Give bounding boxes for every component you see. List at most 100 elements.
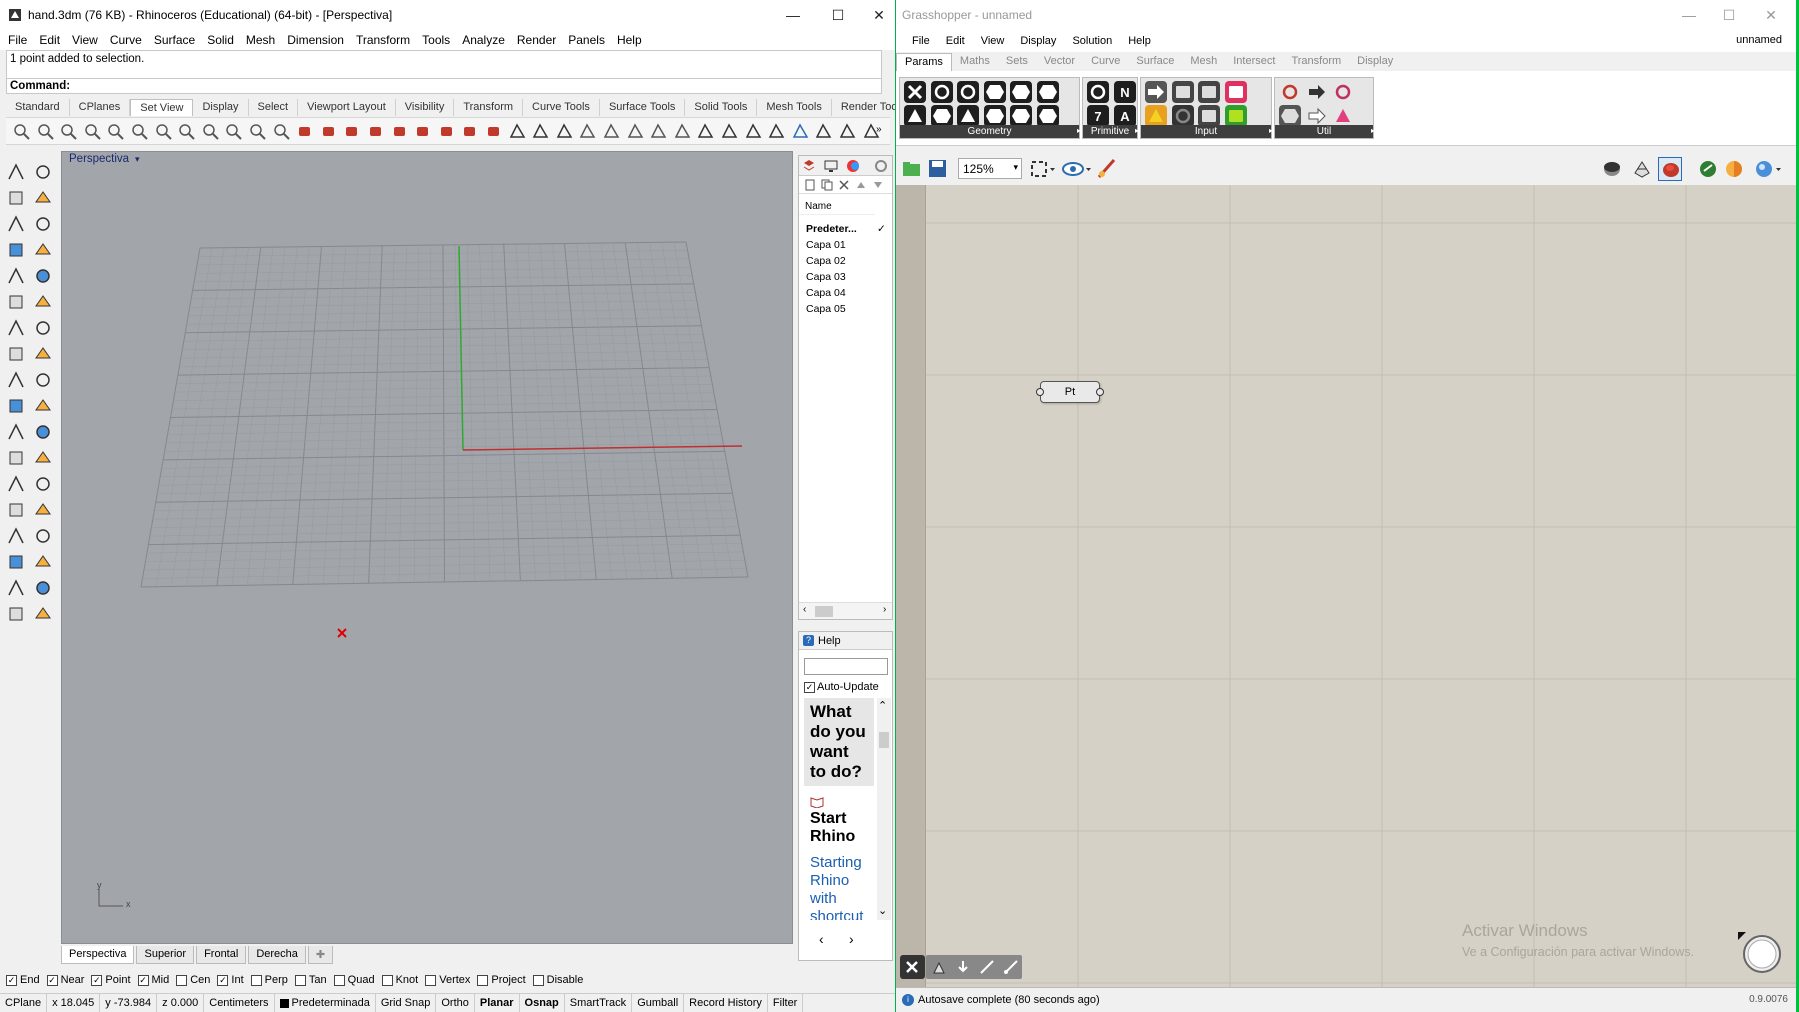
perspective-view-icon[interactable] xyxy=(484,122,503,141)
zoom-extents-icon[interactable] xyxy=(83,122,102,141)
panel-icon[interactable] xyxy=(1224,81,1247,103)
place-camera-icon[interactable] xyxy=(555,122,574,141)
help-vertical-scrollbar[interactable]: ⌃ ⌄ xyxy=(877,698,891,920)
move-layer-up-icon[interactable] xyxy=(855,179,867,191)
circle-icon[interactable] xyxy=(6,214,26,234)
named-view-icon[interactable] xyxy=(531,122,550,141)
array-polar-icon[interactable] xyxy=(6,552,26,572)
menu-tools[interactable]: Tools xyxy=(418,33,458,47)
preview-mode-icon[interactable] xyxy=(1062,159,1092,179)
osnap-int[interactable]: ✓ Int xyxy=(217,974,244,986)
command-prompt[interactable]: Command: xyxy=(6,78,882,94)
cylinder-icon[interactable] xyxy=(6,344,26,364)
cplane-origin-icon[interactable] xyxy=(673,122,692,141)
block-icon[interactable] xyxy=(6,526,26,546)
param-integer-icon[interactable]: 7 xyxy=(1087,105,1109,127)
panel-settings-icon[interactable] xyxy=(874,159,888,173)
perspective-viewport[interactable]: Perspectiva y x ▾ xyxy=(61,151,793,944)
layer-row[interactable]: Capa 03 xyxy=(799,270,892,286)
gh-tab-maths[interactable]: Maths xyxy=(952,53,998,71)
param-box-icon[interactable] xyxy=(1010,81,1032,103)
transform-icon[interactable] xyxy=(6,370,26,390)
canvas-close-button[interactable] xyxy=(900,955,925,979)
copy-icon[interactable] xyxy=(6,448,26,468)
gh-menu-help[interactable]: Help xyxy=(1120,35,1159,47)
toolbar-tab-viewport-layout[interactable]: Viewport Layout xyxy=(298,99,396,116)
param-surface-icon[interactable] xyxy=(983,81,1006,103)
status-layer[interactable]: Predeterminada xyxy=(275,993,376,1012)
gh-tab-vector[interactable]: Vector xyxy=(1036,53,1083,71)
value-list-icon[interactable] xyxy=(1224,105,1247,127)
menu-mesh[interactable]: Mesh xyxy=(242,33,283,47)
split-icon[interactable] xyxy=(6,396,26,416)
status-toggle-filter[interactable]: Filter xyxy=(768,993,804,1012)
preview-selected-only-button[interactable] xyxy=(1658,157,1682,181)
camera-icon[interactable] xyxy=(508,122,527,141)
standard-view-icon[interactable] xyxy=(319,122,338,141)
zoom-window-icon[interactable] xyxy=(59,122,78,141)
extrude-icon[interactable] xyxy=(6,292,26,312)
boolean-toggle-icon[interactable] xyxy=(1145,81,1167,103)
fitness-landscape-icon[interactable] xyxy=(1305,105,1328,127)
osnap-mid[interactable]: ✓ Mid xyxy=(137,974,169,986)
cplane-elevation-icon[interactable] xyxy=(720,122,739,141)
help-forward-icon[interactable]: › xyxy=(849,931,854,947)
status-toggle-smarttrack[interactable]: SmartTrack xyxy=(565,993,633,1012)
layer-row[interactable]: Capa 04 xyxy=(799,286,892,302)
help-search-input[interactable] xyxy=(804,658,888,675)
rectangle-icon[interactable] xyxy=(33,240,53,260)
new-sublayer-icon[interactable] xyxy=(821,179,833,191)
toolbar-tab-set-view[interactable]: Set View xyxy=(130,99,194,116)
open-file-icon[interactable] xyxy=(902,159,922,179)
fillet-icon[interactable] xyxy=(33,266,53,286)
layer-row[interactable]: Capa 02 xyxy=(799,254,892,270)
help-scroll-thumb[interactable] xyxy=(879,732,889,748)
cplane-3-points-icon[interactable] xyxy=(696,122,715,141)
analyze-icon[interactable] xyxy=(6,604,26,624)
gh-tab-intersect[interactable]: Intersect xyxy=(1225,53,1283,71)
cplane-to-object-icon[interactable] xyxy=(744,122,763,141)
galapagos-icon[interactable] xyxy=(1332,105,1354,127)
left-view-icon[interactable] xyxy=(390,122,409,141)
gh-tab-curve[interactable]: Curve xyxy=(1083,53,1128,71)
menu-dimension[interactable]: Dimension xyxy=(283,33,352,47)
select-icon[interactable] xyxy=(6,162,26,182)
sketch-pen-icon[interactable] xyxy=(1096,157,1120,181)
osnap-disable[interactable]: Disable xyxy=(532,974,583,986)
toolbar-tab-transform[interactable]: Transform xyxy=(454,99,524,116)
scroll-left-icon[interactable]: ‹ xyxy=(803,604,806,615)
gh-maximize-button[interactable]: ☐ xyxy=(1706,0,1752,30)
plan-view-icon[interactable] xyxy=(791,122,810,141)
status-cplane[interactable]: CPlane xyxy=(0,993,48,1012)
pan-icon[interactable] xyxy=(12,122,31,141)
toolbar-tab-curve-tools[interactable]: Curve Tools xyxy=(523,99,600,116)
param-geometry-icon[interactable] xyxy=(904,105,926,127)
save-file-icon[interactable] xyxy=(928,159,948,179)
group-expand-icon[interactable]: ▸ xyxy=(1269,126,1273,135)
button-icon[interactable] xyxy=(1171,81,1194,103)
param-number-icon[interactable]: N xyxy=(1113,81,1136,103)
top-view-icon[interactable] xyxy=(342,122,361,141)
osnap-knot[interactable]: Knot xyxy=(381,974,418,986)
selected-point-marker[interactable] xyxy=(336,627,348,639)
help-tab[interactable]: ? Help xyxy=(799,632,892,650)
right-view-icon[interactable] xyxy=(413,122,432,141)
menu-surface[interactable]: Surface xyxy=(150,33,203,47)
menu-transform[interactable]: Transform xyxy=(352,33,418,47)
view-tab-derecha[interactable]: Derecha xyxy=(248,946,306,964)
auto-update-checkbox[interactable]: ✓ Auto-Update xyxy=(804,681,879,693)
rotate-icon[interactable] xyxy=(36,122,55,141)
zoom-dynamic-icon[interactable] xyxy=(272,122,291,141)
maximize-button[interactable]: ☐ xyxy=(815,0,861,30)
number-slider-icon[interactable] xyxy=(1198,81,1220,103)
param-boolean-icon[interactable] xyxy=(1087,81,1109,103)
hatch-icon[interactable] xyxy=(33,526,53,546)
menu-analyze[interactable]: Analyze xyxy=(458,33,513,47)
osnap-quad[interactable]: Quad xyxy=(333,974,375,986)
group-expand-icon[interactable]: ▸ xyxy=(1371,126,1375,135)
relay-icon[interactable] xyxy=(1305,81,1328,103)
move-layer-down-icon[interactable] xyxy=(872,179,884,191)
materials-tab-icon[interactable] xyxy=(846,159,860,173)
polygon-icon[interactable] xyxy=(6,240,26,260)
preview-shaded-icon[interactable] xyxy=(1632,159,1652,179)
